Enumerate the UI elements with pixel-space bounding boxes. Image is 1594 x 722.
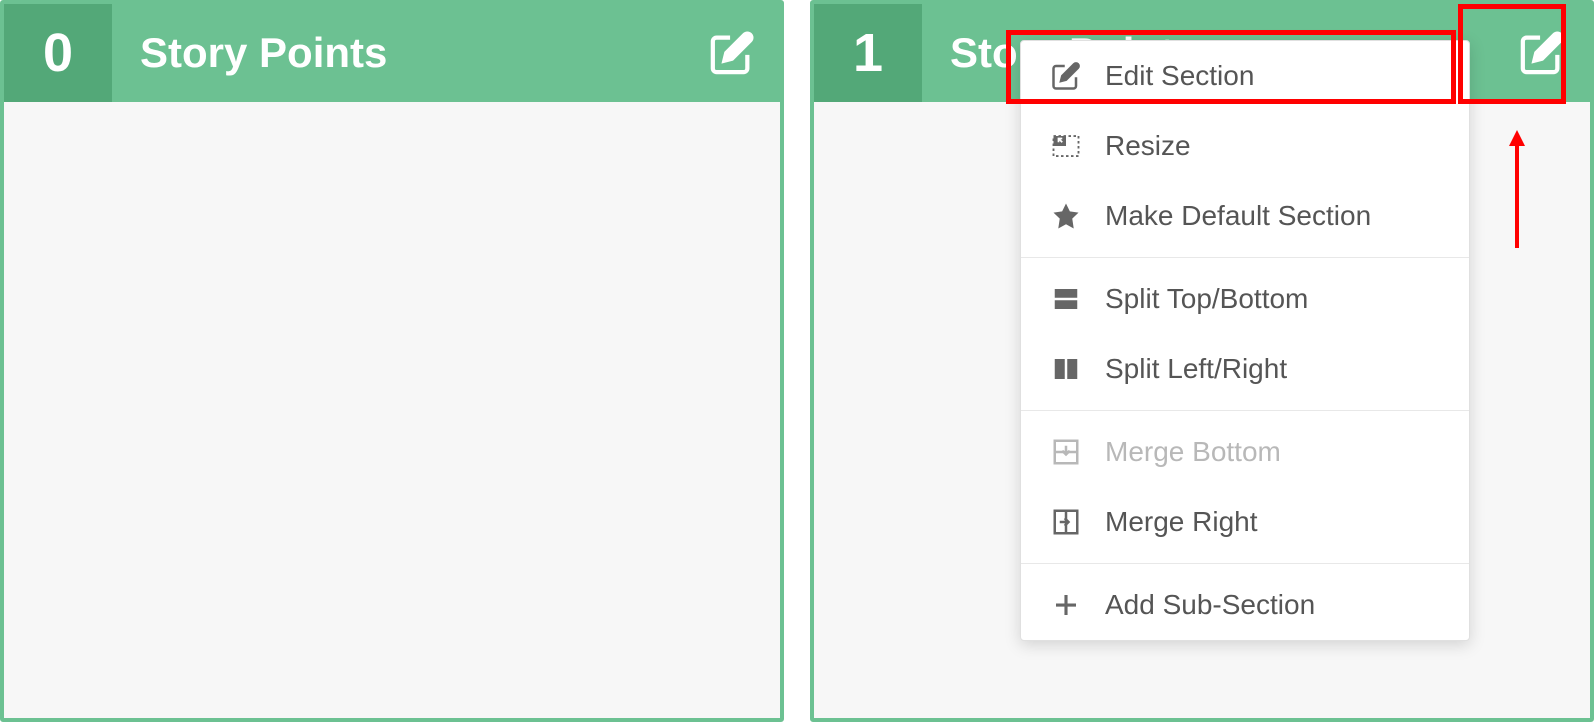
menu-label: Split Top/Bottom [1105, 283, 1308, 315]
menu-label: Merge Bottom [1105, 436, 1281, 468]
menu-make-default[interactable]: Make Default Section [1021, 181, 1469, 251]
edit-section-button[interactable] [1512, 23, 1572, 83]
menu-label: Add Sub-Section [1105, 589, 1315, 621]
edit-icon [709, 30, 755, 76]
menu-merge-bottom: Merge Bottom [1021, 417, 1469, 487]
panel-body [4, 102, 780, 718]
edit-icon [1049, 59, 1083, 93]
resize-icon [1049, 129, 1083, 163]
split-vertical-icon [1049, 352, 1083, 386]
menu-label: Resize [1105, 130, 1191, 162]
section-menu: Edit Section Resize Ma [1020, 40, 1470, 641]
merge-right-icon [1049, 505, 1083, 539]
menu-add-sub-section[interactable]: Add Sub-Section [1021, 570, 1469, 640]
menu-merge-right[interactable]: Merge Right [1021, 487, 1469, 557]
menu-label: Merge Right [1105, 506, 1258, 538]
menu-edit-section[interactable]: Edit Section [1021, 41, 1469, 111]
plus-icon [1049, 588, 1083, 622]
panel-1: 1 Story Points Edit Section [810, 0, 1594, 722]
menu-label: Make Default Section [1105, 200, 1371, 232]
split-horizontal-icon [1049, 282, 1083, 316]
panel-number: 1 [814, 4, 922, 102]
edit-section-button[interactable] [702, 23, 762, 83]
menu-label: Edit Section [1105, 60, 1254, 92]
menu-resize[interactable]: Resize [1021, 111, 1469, 181]
panels-container: 0 Story Points 1 Story Points [0, 0, 1594, 722]
menu-divider [1021, 257, 1469, 258]
panel-0: 0 Story Points [0, 0, 784, 722]
edit-icon [1519, 30, 1565, 76]
panel-number: 0 [4, 4, 112, 102]
menu-divider [1021, 410, 1469, 411]
menu-split-top-bottom[interactable]: Split Top/Bottom [1021, 264, 1469, 334]
star-icon [1049, 199, 1083, 233]
menu-divider [1021, 563, 1469, 564]
panel-header: 0 Story Points [4, 4, 780, 102]
menu-split-left-right[interactable]: Split Left/Right [1021, 334, 1469, 404]
menu-label: Split Left/Right [1105, 353, 1287, 385]
panel-title: Story Points [112, 29, 702, 77]
merge-bottom-icon [1049, 435, 1083, 469]
